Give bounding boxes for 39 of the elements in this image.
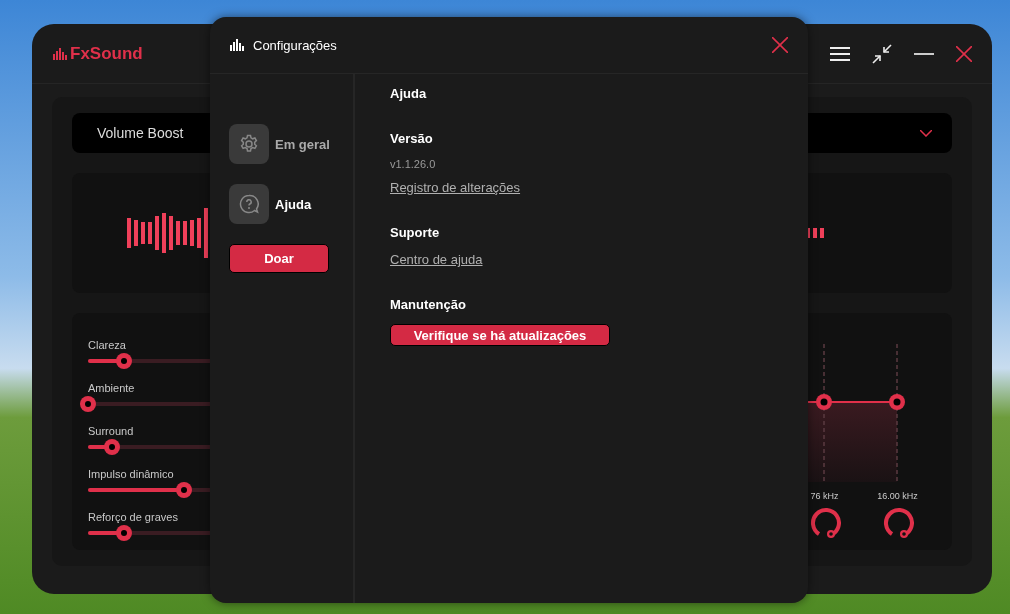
donate-button[interactable]: Doar <box>229 244 329 273</box>
frequency-label: 76 kHz <box>810 491 839 501</box>
link[interactable]: Registro de alterações <box>390 180 521 195</box>
nav-item[interactable]: Ajuda <box>229 184 353 224</box>
eq-knob[interactable] <box>808 507 841 539</box>
slider-label: Reforço de graves <box>88 511 178 525</box>
minimize-icon[interactable] <box>914 52 934 55</box>
settings-logo-icon <box>230 39 244 51</box>
link[interactable]: Centro de ajuda <box>390 252 483 267</box>
slider-label: Impulso dinâmico <box>88 468 174 482</box>
slider-label: Surround <box>88 425 134 439</box>
section-title: Manutenção <box>390 297 466 312</box>
close-icon[interactable] <box>772 37 788 53</box>
eq-knob[interactable] <box>881 507 914 539</box>
logo-icon <box>53 47 67 60</box>
help-icon <box>239 194 259 214</box>
close-icon[interactable] <box>956 45 972 62</box>
slider-label: Clareza <box>88 339 126 353</box>
dialog-title: Configurações <box>253 37 337 53</box>
slider-thumb[interactable] <box>116 353 132 369</box>
slider-label: Ambiente <box>88 382 135 396</box>
compress-icon[interactable] <box>872 43 892 64</box>
app-name: FxSound <box>70 43 143 64</box>
slider-thumb[interactable] <box>104 439 120 455</box>
frequency-label: 16.00 kHz <box>877 491 918 501</box>
slider-thumb[interactable] <box>80 396 96 412</box>
version-text: v1.1.26.0 <box>390 158 436 170</box>
eq-handle[interactable] <box>816 394 832 410</box>
section-title: Suporte <box>390 225 440 240</box>
slider-thumb[interactable] <box>176 482 192 498</box>
settings-icon <box>239 134 259 154</box>
section-title: Versão <box>390 131 433 146</box>
check-updates-button[interactable]: Verifique se há atualizações <box>390 324 610 346</box>
eq-handle[interactable] <box>889 394 905 410</box>
chevron-down-icon <box>920 129 932 137</box>
nav-item[interactable]: Em geral <box>229 124 353 164</box>
menu-icon[interactable] <box>830 46 850 61</box>
section-heading: Ajuda <box>390 86 428 101</box>
slider-thumb[interactable] <box>116 525 132 541</box>
